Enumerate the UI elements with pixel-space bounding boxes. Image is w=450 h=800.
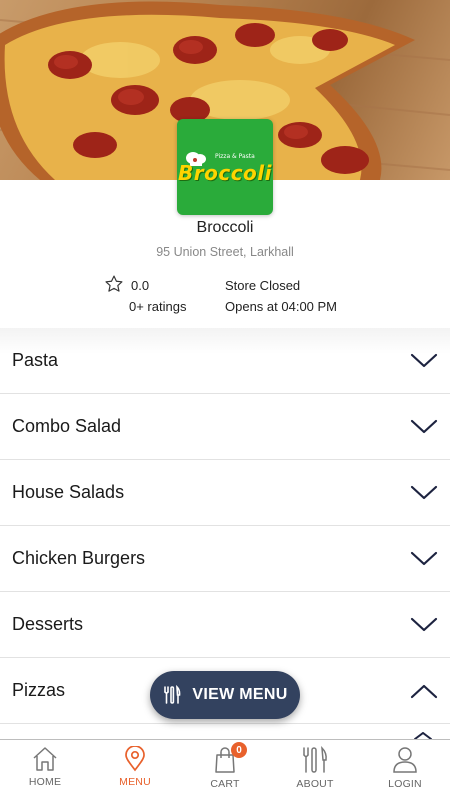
category-row-pasta[interactable]: Pasta: [0, 328, 450, 394]
store-address: 95 Union Street, Larkhall: [156, 245, 294, 259]
user-icon: [393, 747, 417, 773]
tab-label: LOGIN: [388, 778, 422, 790]
view-menu-button[interactable]: VIEW MENU: [150, 671, 300, 719]
tab-label: CART: [210, 778, 240, 790]
category-row-desserts[interactable]: Desserts: [0, 592, 450, 658]
tab-label: HOME: [28, 776, 62, 788]
tab-label: ABOUT: [296, 778, 334, 790]
category-label: Pasta: [12, 350, 59, 370]
chevron-down-icon[interactable]: [410, 419, 438, 435]
tab-about[interactable]: ABOUT: [270, 740, 360, 800]
category-label: Desserts: [12, 614, 84, 634]
opening-time: Opens at 04:00 PM: [225, 299, 338, 314]
tab-label: MENU: [119, 776, 151, 788]
store-status-block: Store Closed Opens at 04:00 PM: [225, 278, 337, 314]
store-name: Broccoli: [196, 219, 254, 236]
tab-cart[interactable]: 0 CART: [180, 740, 270, 800]
chevron-up-icon[interactable]: [410, 683, 438, 699]
tab-home[interactable]: HOME: [0, 740, 90, 800]
chevron-down-icon[interactable]: [410, 551, 438, 567]
category-row-house-salads[interactable]: House Salads: [0, 460, 450, 526]
category-label: Pizzas: [12, 680, 66, 700]
bottom-tab-bar: HOME MENU 0 CART ABOUT LOGIN: [0, 739, 450, 800]
cart-badge: 0: [231, 742, 247, 758]
ratings-count: 0+ ratings: [129, 299, 187, 314]
chevron-down-icon[interactable]: [410, 617, 438, 633]
home-icon: [33, 747, 57, 771]
logo-subtext: Pizza & Pasta: [215, 153, 255, 160]
category-label: Combo Salad: [12, 416, 122, 436]
rating-value: 0.0: [131, 278, 150, 293]
store-status: Store Closed: [225, 278, 301, 293]
menu-category-list: Pasta Combo Salad House Salads Chicken B…: [0, 328, 450, 724]
chevron-down-icon[interactable]: [410, 353, 438, 369]
location-pin-icon: [125, 746, 145, 772]
star-icon: [105, 275, 123, 292]
category-label: Chicken Burgers: [12, 548, 146, 568]
tab-login[interactable]: LOGIN: [360, 740, 450, 800]
category-label: House Salads: [12, 482, 125, 502]
chevron-down-icon[interactable]: [410, 485, 438, 501]
category-row-combo-salad[interactable]: Combo Salad: [0, 394, 450, 460]
logo-text: Broccoli: [177, 161, 272, 185]
store-logo: Pizza & Pasta Broccoli: [177, 119, 273, 215]
view-menu-label: VIEW MENU: [192, 686, 288, 703]
cutlery-icon: [303, 746, 327, 773]
category-row-chicken-burgers[interactable]: Chicken Burgers: [0, 526, 450, 592]
cutlery-icon: [164, 685, 181, 704]
tab-menu[interactable]: MENU: [90, 740, 180, 800]
